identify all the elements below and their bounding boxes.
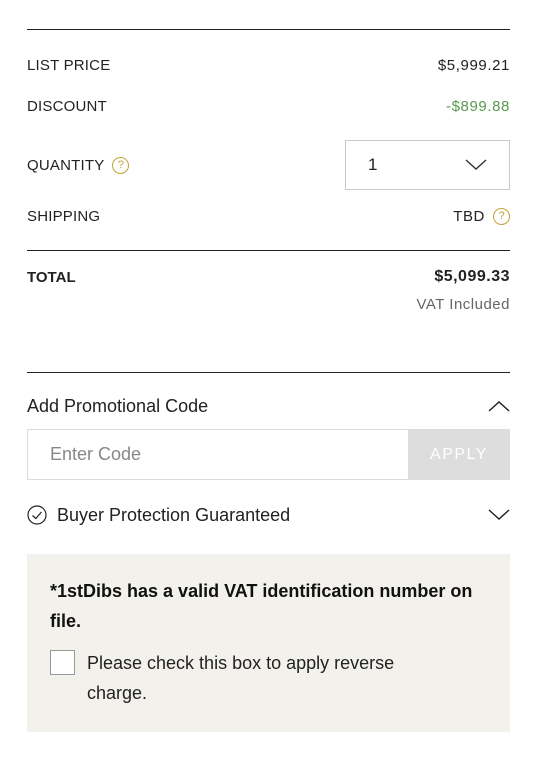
shipping-value-group: TBD ? (453, 207, 510, 225)
apply-button[interactable]: APPLY (408, 429, 510, 480)
quantity-label-group: QUANTITY ? (27, 156, 130, 174)
total-value: $5,099.33 (434, 268, 510, 285)
help-icon[interactable]: ? (493, 207, 510, 225)
promo-code-input[interactable] (27, 429, 408, 480)
shipping-value: TBD (453, 207, 485, 225)
shipping-row: SHIPPING TBD ? (27, 204, 510, 228)
vat-included-note: VAT Included (416, 296, 510, 313)
list-price-label: LIST PRICE (27, 56, 111, 74)
quantity-label: QUANTITY (27, 156, 105, 174)
reverse-charge-label: Please check this box to apply reverse c… (87, 653, 395, 703)
discount-value: -$899.88 (445, 97, 510, 115)
discount-label: DISCOUNT (27, 97, 107, 115)
total-row: TOTAL $5,099.33 (27, 265, 510, 289)
quantity-value: 1 (368, 155, 378, 174)
quantity-row: QUANTITY ? (27, 153, 327, 177)
promo-code-form: APPLY (27, 429, 510, 480)
total-label: TOTAL (27, 268, 76, 286)
buyer-protection-toggle[interactable]: Buyer Protection Guaranteed (27, 502, 510, 528)
buyer-protection-group: Buyer Protection Guaranteed (27, 505, 290, 526)
reverse-charge-panel: *1stDibs has a valid VAT identification … (27, 554, 510, 732)
promo-code-title: Add Promotional Code (27, 395, 209, 416)
quantity-select[interactable]: 1 (345, 140, 510, 190)
top-divider (27, 29, 510, 30)
promo-divider (27, 372, 510, 373)
list-price-value: $5,999.21 (437, 56, 510, 74)
help-icon[interactable]: ? (112, 156, 130, 174)
shipping-label: SHIPPING (27, 207, 101, 225)
reverse-charge-option[interactable]: Please check this box to apply reverse c… (50, 648, 487, 708)
reverse-charge-checkbox[interactable] (50, 650, 75, 675)
buyer-protection-label: Buyer Protection Guaranteed (57, 504, 291, 525)
total-divider (27, 250, 510, 251)
list-price-row: LIST PRICE $5,999.21 (27, 53, 510, 77)
vat-id-note: *1stDibs has a valid VAT identification … (50, 581, 473, 631)
chevron-down-icon (488, 509, 510, 521)
chevron-down-icon (465, 159, 487, 171)
discount-row: DISCOUNT -$899.88 (27, 94, 510, 118)
promo-code-toggle[interactable]: Add Promotional Code (27, 393, 510, 419)
check-circle-icon (27, 505, 47, 525)
chevron-up-icon (488, 400, 510, 412)
